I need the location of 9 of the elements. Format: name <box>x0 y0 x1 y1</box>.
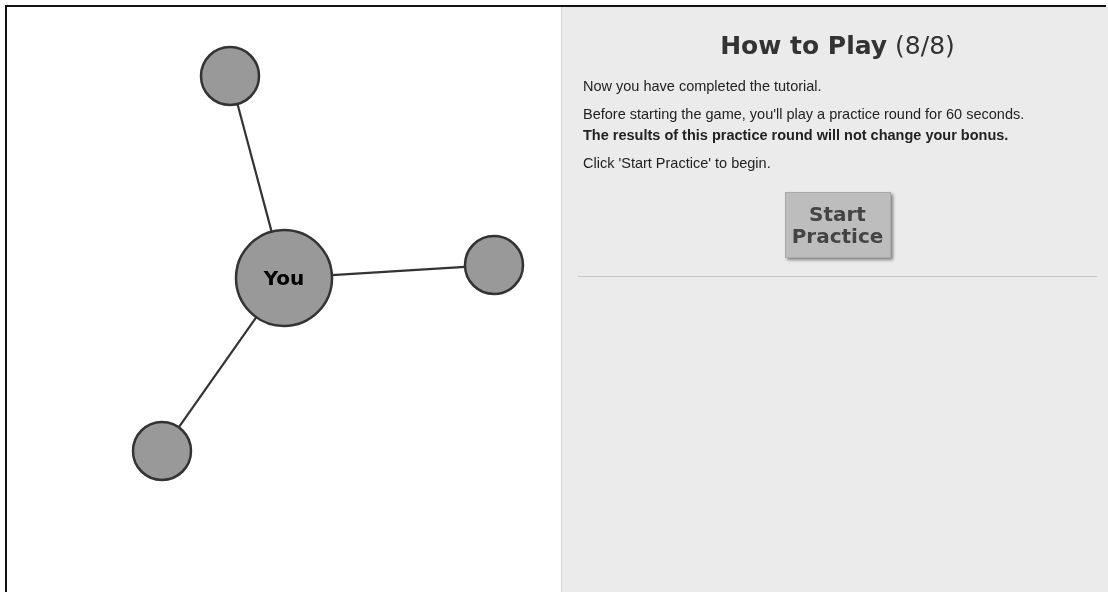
start-practice-button[interactable]: Start Practice <box>784 192 891 258</box>
neighbor-node <box>131 420 193 482</box>
panel-title: How to Play (8/8) <box>719 31 956 60</box>
neighbor-node <box>199 45 261 107</box>
instruction-text: Now you have completed the tutorial. <box>583 77 823 96</box>
neighbor-node <box>463 234 525 296</box>
node-label: You <box>263 266 305 290</box>
instruction-text: Click 'Start Practice' to begin. <box>583 154 772 173</box>
instruction-text: Before starting the game, you'll play a practice round for 60 seconds. The results of this practice round will not change your bonus. <box>583 105 1026 145</box>
